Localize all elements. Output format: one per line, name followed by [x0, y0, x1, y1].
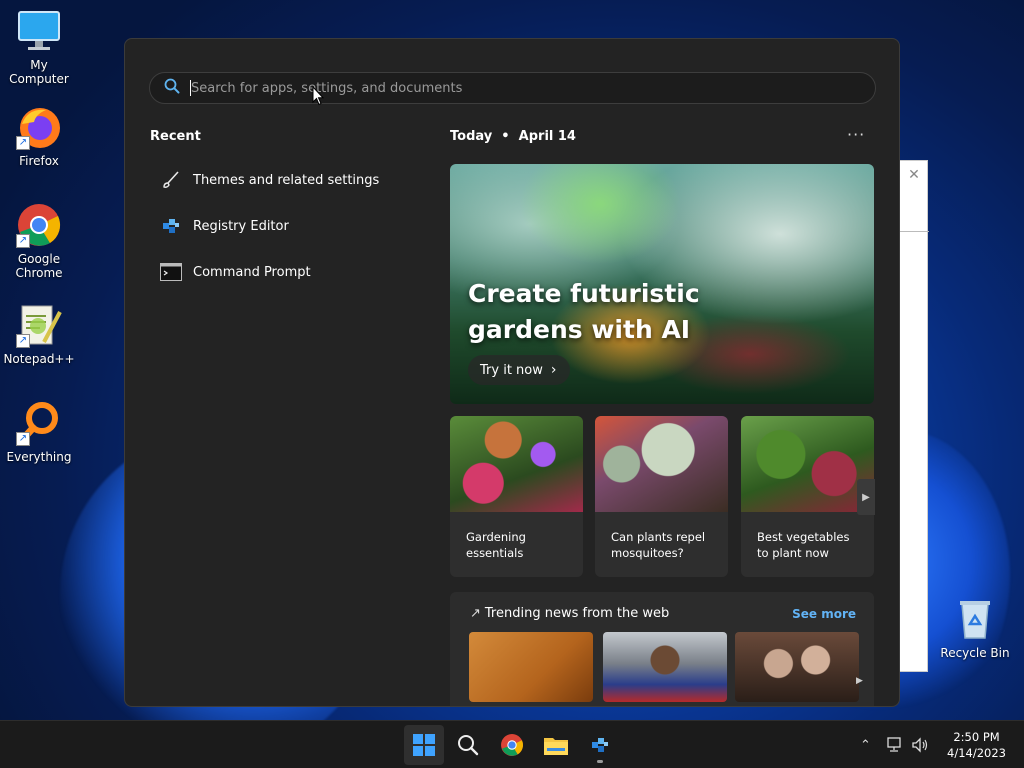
firefox-icon: ↗ [16, 104, 62, 150]
recent-list: Themes and related settings Registry Edi… [149, 157, 409, 295]
news-card-vegetables[interactable]: Best vegetables to plant now [741, 416, 874, 577]
recent-item-label: Command Prompt [193, 264, 311, 280]
taskbar: ⌃ 2:50 PM 4/14/2023 [0, 720, 1024, 768]
desktop-icon-label: Google Chrome [15, 252, 63, 280]
clock-date: 4/14/2023 [947, 746, 1006, 760]
shortcut-arrow-icon: ↗ [16, 136, 30, 150]
news-card-mosquitoes[interactable]: Can plants repel mosquitoes? [595, 416, 728, 577]
try-it-now-button[interactable]: Try it now › [468, 355, 571, 385]
clock-time: 2:50 PM [953, 730, 1000, 744]
notepadpp-icon: ↗ [16, 302, 62, 348]
desktop-icon-my-computer[interactable]: My Computer [0, 8, 78, 86]
trending-thumbnail[interactable] [603, 632, 727, 702]
recent-item-command-prompt[interactable]: Command Prompt [149, 249, 409, 295]
desktop-icon-notepadpp[interactable]: ↗ Notepad++ [0, 302, 78, 366]
search-icon [458, 735, 479, 756]
monitor-icon [16, 8, 62, 54]
trending-thumbnail[interactable] [735, 632, 859, 702]
system-tray: ⌃ [860, 721, 929, 768]
recent-item-label: Themes and related settings [193, 172, 380, 188]
today-date: April 14 [518, 129, 576, 144]
start-menu: Recent Themes and related settings Regis… [124, 38, 900, 707]
taskbar-registry-editor-button[interactable] [580, 725, 620, 765]
card-image [741, 416, 874, 512]
desktop-icon-firefox[interactable]: ↗ Firefox [0, 104, 78, 168]
hero-card[interactable]: Create futuristic gardens with AI Try it… [450, 164, 874, 404]
hero-button-label: Try it now [480, 362, 543, 378]
close-icon[interactable]: ✕ [899, 167, 929, 183]
running-indicator [597, 760, 603, 763]
cards-next-arrow-icon[interactable]: ▶ [857, 479, 875, 515]
dot-separator: • [496, 129, 515, 144]
news-card-gardening[interactable]: Gardening essentials [450, 416, 583, 577]
card-caption: Best vegetables to plant now [757, 530, 850, 560]
recent-heading: Recent [150, 129, 201, 144]
start-button[interactable] [404, 725, 444, 765]
more-options-button[interactable]: ··· [847, 125, 865, 144]
desktop-icon-label: Everything [6, 450, 72, 464]
search-box[interactable] [149, 72, 876, 104]
network-icon[interactable] [885, 737, 903, 753]
trending-thumbnail[interactable] [469, 632, 593, 702]
recycle-bin-icon [952, 596, 998, 642]
desktop-icon-recycle-bin[interactable]: Recycle Bin [936, 596, 1014, 660]
chrome-icon [501, 734, 523, 756]
shortcut-arrow-icon: ↗ [16, 234, 30, 248]
desktop-icon-label: Firefox [19, 154, 59, 168]
trending-section: ↗ Trending news from the web See more ▶ [450, 592, 874, 706]
divider [899, 231, 929, 232]
desktop-icon-label: My Computer [9, 58, 69, 86]
today-header: Today • April 14 [450, 129, 576, 144]
chrome-icon: ↗ [16, 202, 62, 248]
trending-heading: ↗ Trending news from the web [470, 606, 669, 621]
brush-icon [159, 168, 183, 192]
recent-item-label: Registry Editor [193, 218, 289, 234]
search-input[interactable] [191, 80, 841, 96]
recent-item-themes[interactable]: Themes and related settings [149, 157, 409, 203]
volume-icon[interactable] [911, 737, 929, 753]
background-window[interactable]: ✕ [898, 160, 929, 672]
terminal-icon [159, 260, 183, 284]
search-icon [164, 78, 180, 98]
today-label: Today [450, 129, 493, 144]
folder-icon [544, 738, 568, 755]
chevron-right-icon: › [550, 362, 557, 378]
registry-icon [159, 214, 183, 238]
trending-title: Trending news from the web [484, 606, 670, 621]
desktop-icon-label: Notepad++ [3, 352, 75, 366]
desktop-icon-label: Recycle Bin [940, 646, 1010, 660]
everything-icon: ↗ [16, 400, 62, 446]
show-hidden-icons-chevron-icon[interactable]: ⌃ [860, 738, 871, 753]
card-image [595, 416, 728, 512]
taskbar-file-explorer-button[interactable] [536, 725, 576, 765]
desktop-icon-everything[interactable]: ↗ Everything [0, 400, 78, 464]
card-caption: Gardening essentials [466, 530, 526, 560]
recent-item-registry-editor[interactable]: Registry Editor [149, 203, 409, 249]
shortcut-arrow-icon: ↗ [16, 432, 30, 446]
registry-icon [592, 738, 608, 752]
shortcut-arrow-icon: ↗ [16, 334, 30, 348]
mouse-cursor-icon [312, 86, 324, 106]
windows-logo-icon [413, 734, 435, 756]
hero-title: Create futuristic gardens with AI [468, 279, 700, 344]
taskbar-clock[interactable]: 2:50 PM 4/14/2023 [947, 729, 1006, 761]
trending-next-arrow-icon[interactable]: ▶ [856, 676, 863, 686]
card-image [450, 416, 583, 512]
trending-arrow-icon: ↗ [470, 606, 481, 621]
taskbar-search-button[interactable] [448, 725, 488, 765]
card-caption: Can plants repel mosquitoes? [611, 530, 706, 560]
see-more-link[interactable]: See more [792, 607, 856, 621]
taskbar-chrome-button[interactable] [492, 725, 532, 765]
desktop-icon-chrome[interactable]: ↗ Google Chrome [0, 202, 78, 280]
